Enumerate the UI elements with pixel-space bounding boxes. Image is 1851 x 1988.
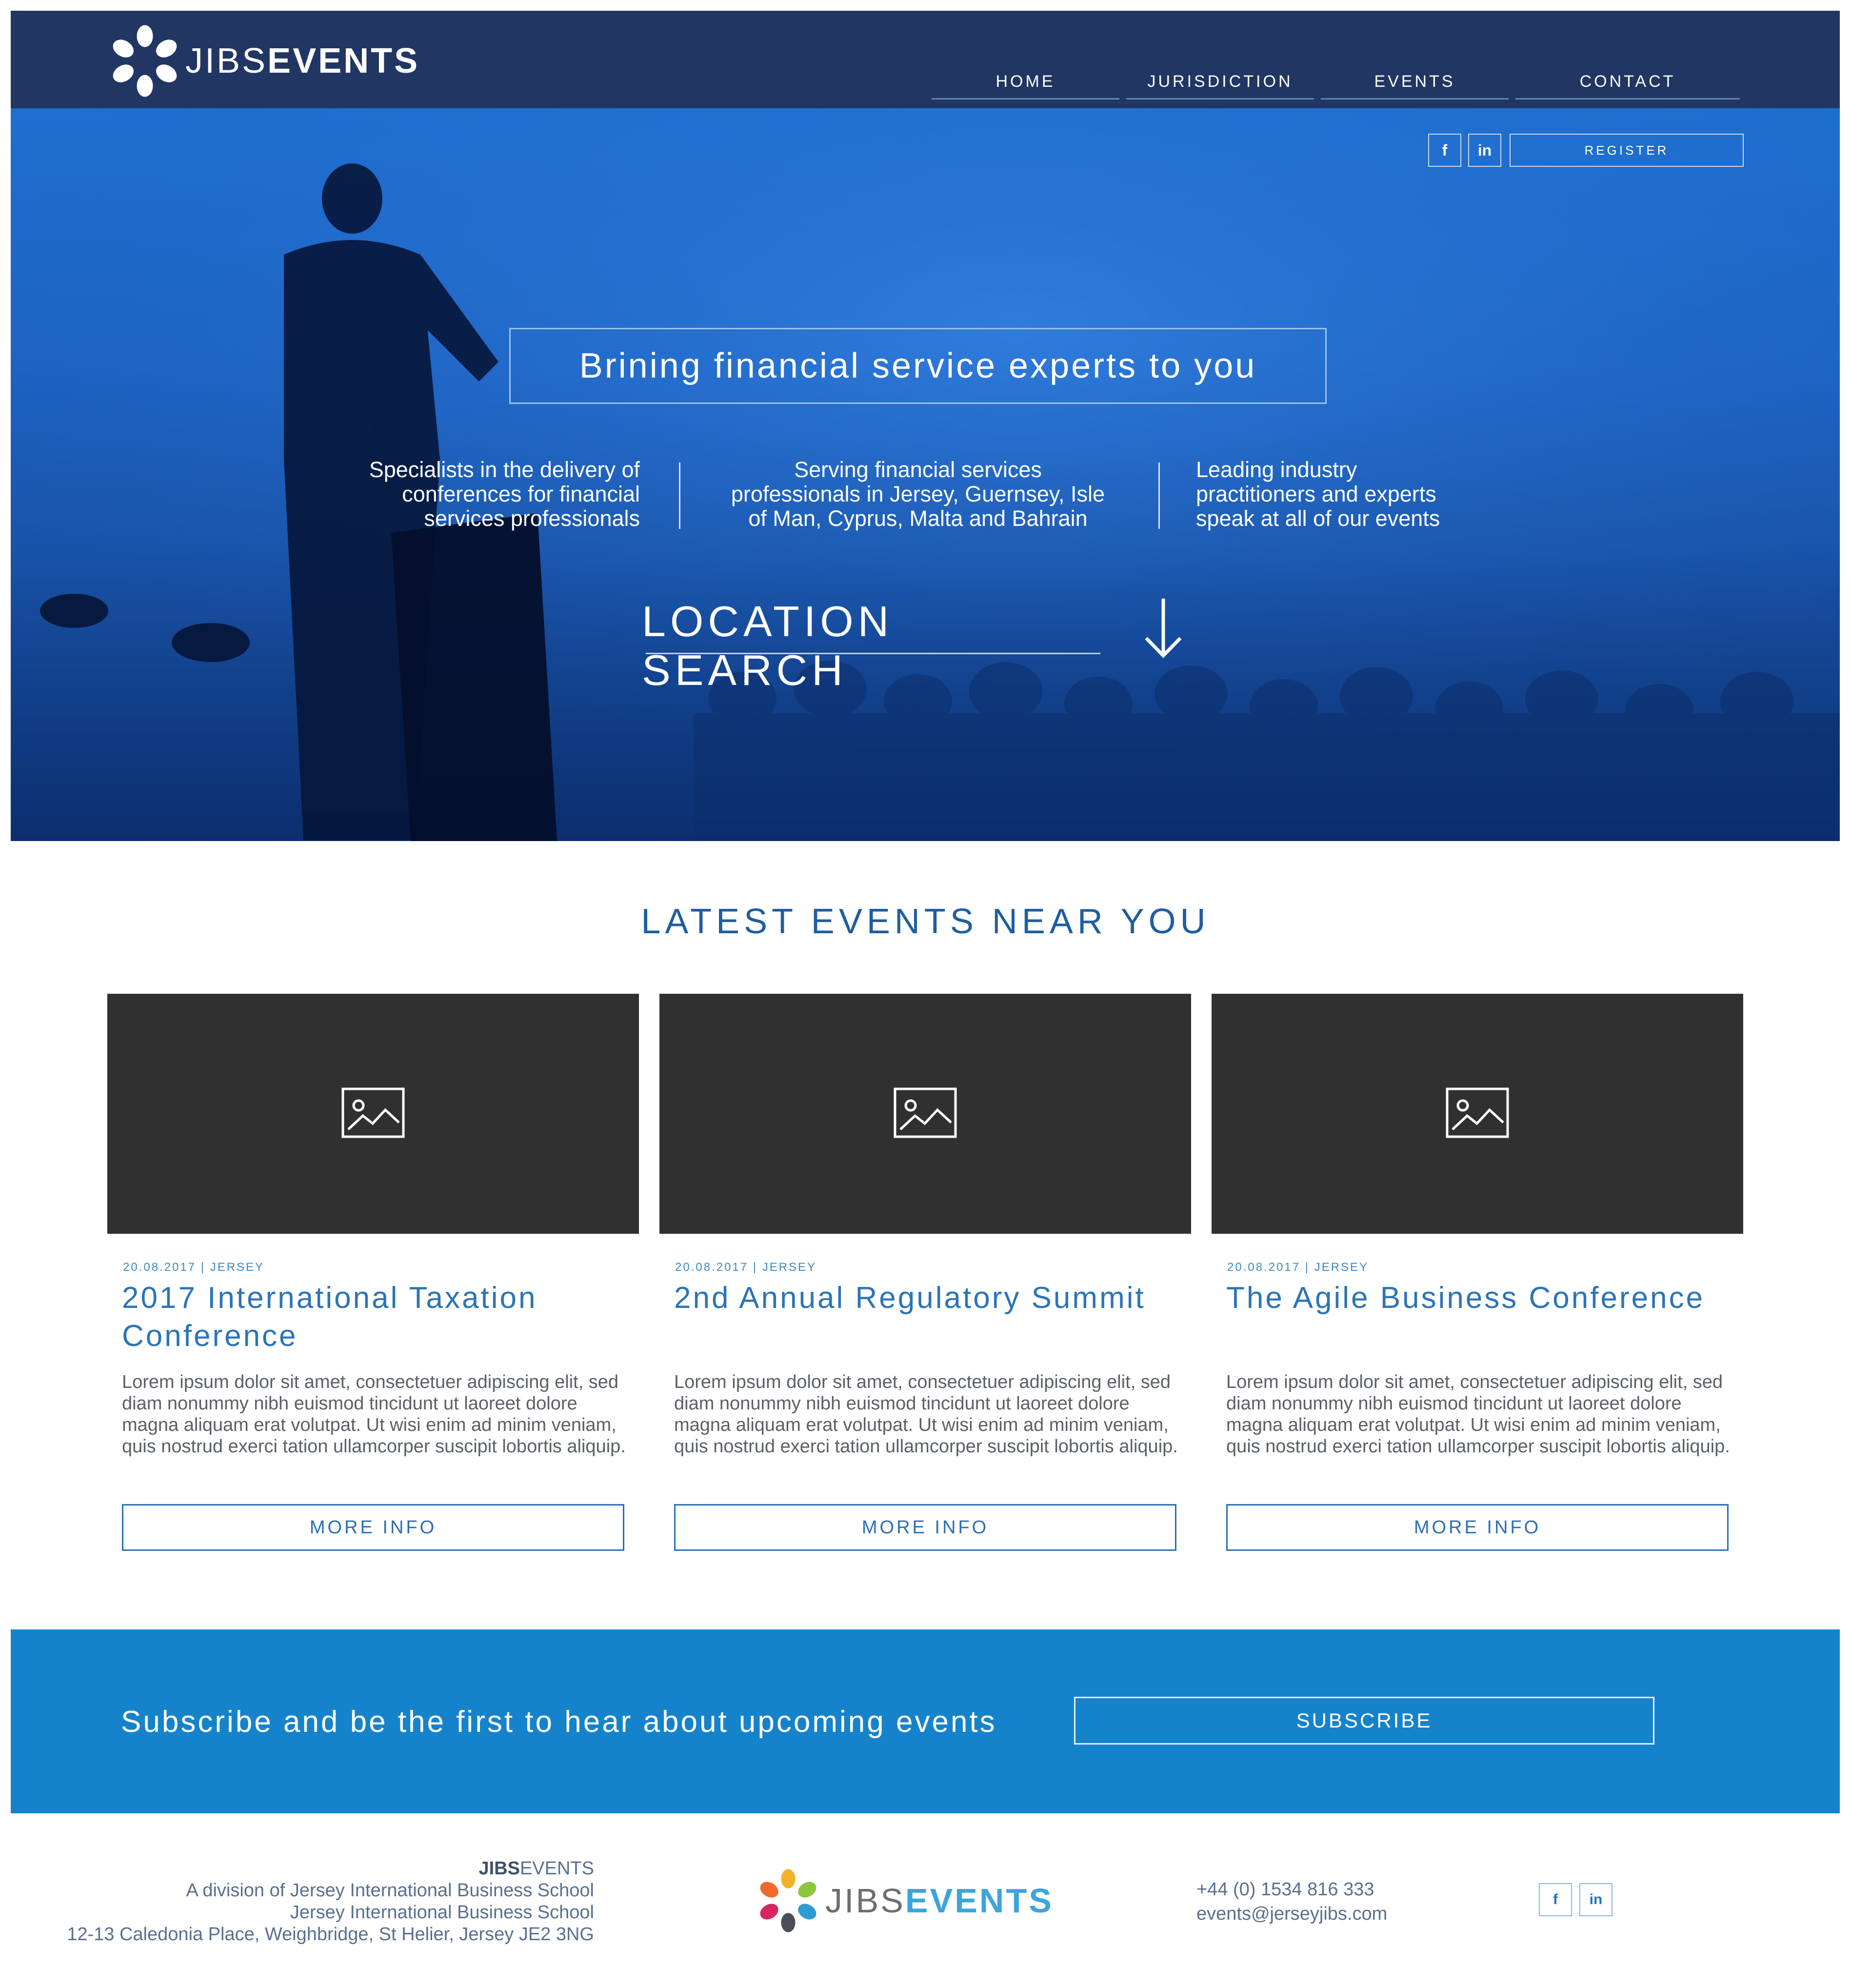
facebook-icon[interactable]: f	[1539, 1883, 1572, 1916]
event-date-location: 20.08.2017 | JERSEY	[123, 1261, 265, 1274]
event-date-location: 20.08.2017 | JERSEY	[675, 1261, 817, 1274]
hero-feature-3: Leading industry practitioners and exper…	[1196, 458, 1537, 531]
nav-contact[interactable]: CONTACT	[1515, 63, 1740, 100]
hero-banner: f in REGISTER Brining financial service …	[11, 108, 1840, 841]
hero-feature-3-line: Leading industry	[1196, 457, 1357, 482]
linkedin-icon[interactable]: in	[1579, 1883, 1612, 1916]
hero-feature-2-line: professionals in Jersey, Guernsey, Isle	[731, 482, 1105, 506]
footer-brand-part1: JIBS	[478, 1858, 520, 1879]
footer-brand-part2: EVENTS	[519, 1858, 594, 1879]
hero-feature-1-line: services professionals	[424, 506, 640, 531]
subscribe-message: Subscribe and be the first to hear about…	[121, 1705, 997, 1739]
event-image[interactable]	[107, 994, 639, 1234]
more-info-button[interactable]: MORE INFO	[122, 1504, 624, 1551]
latest-events-title: LATEST EVENTS NEAR YOU	[641, 902, 1210, 941]
event-description: Lorem ipsum dolor sit amet, consectetuer…	[122, 1372, 626, 1457]
footer-contact: +44 (0) 1534 816 333 events@jerseyjibs.c…	[1196, 1877, 1387, 1926]
nav-events[interactable]: EVENTS	[1321, 63, 1509, 100]
more-info-button[interactable]: MORE INFO	[1226, 1504, 1729, 1551]
location-search-label: LOCATION SEARCH	[642, 597, 894, 694]
event-title[interactable]: The Agile Business Conference	[1226, 1279, 1733, 1317]
footer-address: JIBSEVENTS A division of Jersey Internat…	[0, 1858, 594, 1946]
image-placeholder-icon	[341, 1087, 405, 1138]
event-description: Lorem ipsum dolor sit amet, consectetuer…	[674, 1372, 1178, 1457]
nav-jurisdiction[interactable]: JURISDICTION	[1126, 63, 1314, 100]
hero-feature-2: Serving financial services professionals…	[708, 458, 1128, 531]
hero-feature-3-line: speak at all of our events	[1196, 506, 1440, 531]
image-placeholder-icon	[1446, 1087, 1509, 1138]
footer-address-line: A division of Jersey International Busin…	[186, 1880, 594, 1901]
footer-address-line: Jersey International Business School	[290, 1902, 594, 1923]
footer-logo-name: JIBSEVENTS	[825, 1884, 1054, 1918]
hero-feature-1-line: conferences for financial	[402, 482, 640, 506]
location-search-underline	[646, 653, 1100, 654]
event-description: Lorem ipsum dolor sit amet, consectetuer…	[1226, 1372, 1730, 1457]
event-title[interactable]: 2nd Annual Regulatory Summit	[674, 1279, 1181, 1317]
subscribe-button[interactable]: SUBSCRIBE	[1074, 1697, 1654, 1745]
footer-email[interactable]: events@jerseyjibs.com	[1196, 1902, 1387, 1926]
footer-brand: JIBSEVENTS	[0, 1858, 594, 1880]
hero-tagline: Brining financial service experts to you	[509, 328, 1327, 404]
event-image[interactable]	[1212, 994, 1743, 1234]
hero-divider	[679, 462, 680, 529]
event-title[interactable]: 2017 International Taxation Conference	[122, 1279, 629, 1355]
image-placeholder-icon	[894, 1087, 957, 1138]
hero-feature-1: Specialists in the delivery of conferenc…	[318, 458, 640, 531]
footer-logo[interactable]: JIBSEVENTS	[756, 1868, 1054, 1933]
event-card: 20.08.2017 | JERSEY 2017 International T…	[107, 994, 639, 1551]
event-card: 20.08.2017 | JERSEY The Agile Business C…	[1212, 994, 1743, 1551]
hero-feature-1-line: Specialists in the delivery of	[369, 457, 640, 482]
register-button[interactable]: REGISTER	[1510, 134, 1744, 167]
footer-address-line: 12-13 Caledonia Place, Weighbridge, St H…	[67, 1924, 594, 1945]
hero-feature-3-line: practitioners and experts	[1196, 482, 1436, 506]
arrow-down-icon[interactable]	[1141, 596, 1185, 660]
facebook-icon[interactable]: f	[1428, 134, 1461, 167]
linkedin-icon[interactable]: in	[1468, 134, 1501, 167]
flower-logo-icon	[760, 1869, 816, 1932]
hero-feature-2-line: of Man, Cyprus, Malta and Bahrain	[748, 506, 1088, 531]
event-image[interactable]	[659, 994, 1191, 1234]
subscribe-banner: Subscribe and be the first to hear about…	[11, 1629, 1840, 1813]
site-header: JIBSEVENTS HOME JURISDICTION EVENTS CONT…	[11, 11, 1840, 108]
footer-phone[interactable]: +44 (0) 1534 816 333	[1196, 1877, 1387, 1902]
hero-divider	[1158, 462, 1160, 529]
nav-home[interactable]: HOME	[932, 63, 1119, 100]
main-nav: HOME JURISDICTION EVENTS CONTACT	[11, 63, 1840, 102]
more-info-button[interactable]: MORE INFO	[674, 1504, 1176, 1551]
location-search-link[interactable]: LOCATION SEARCH	[642, 597, 1100, 694]
event-date-location: 20.08.2017 | JERSEY	[1227, 1261, 1369, 1274]
event-card: 20.08.2017 | JERSEY 2nd Annual Regulator…	[659, 994, 1191, 1551]
footer-logo-part1: JIBS	[825, 1882, 905, 1920]
hero-feature-2-line: Serving financial services	[794, 457, 1042, 482]
footer-logo-part2: EVENTS	[905, 1882, 1054, 1920]
